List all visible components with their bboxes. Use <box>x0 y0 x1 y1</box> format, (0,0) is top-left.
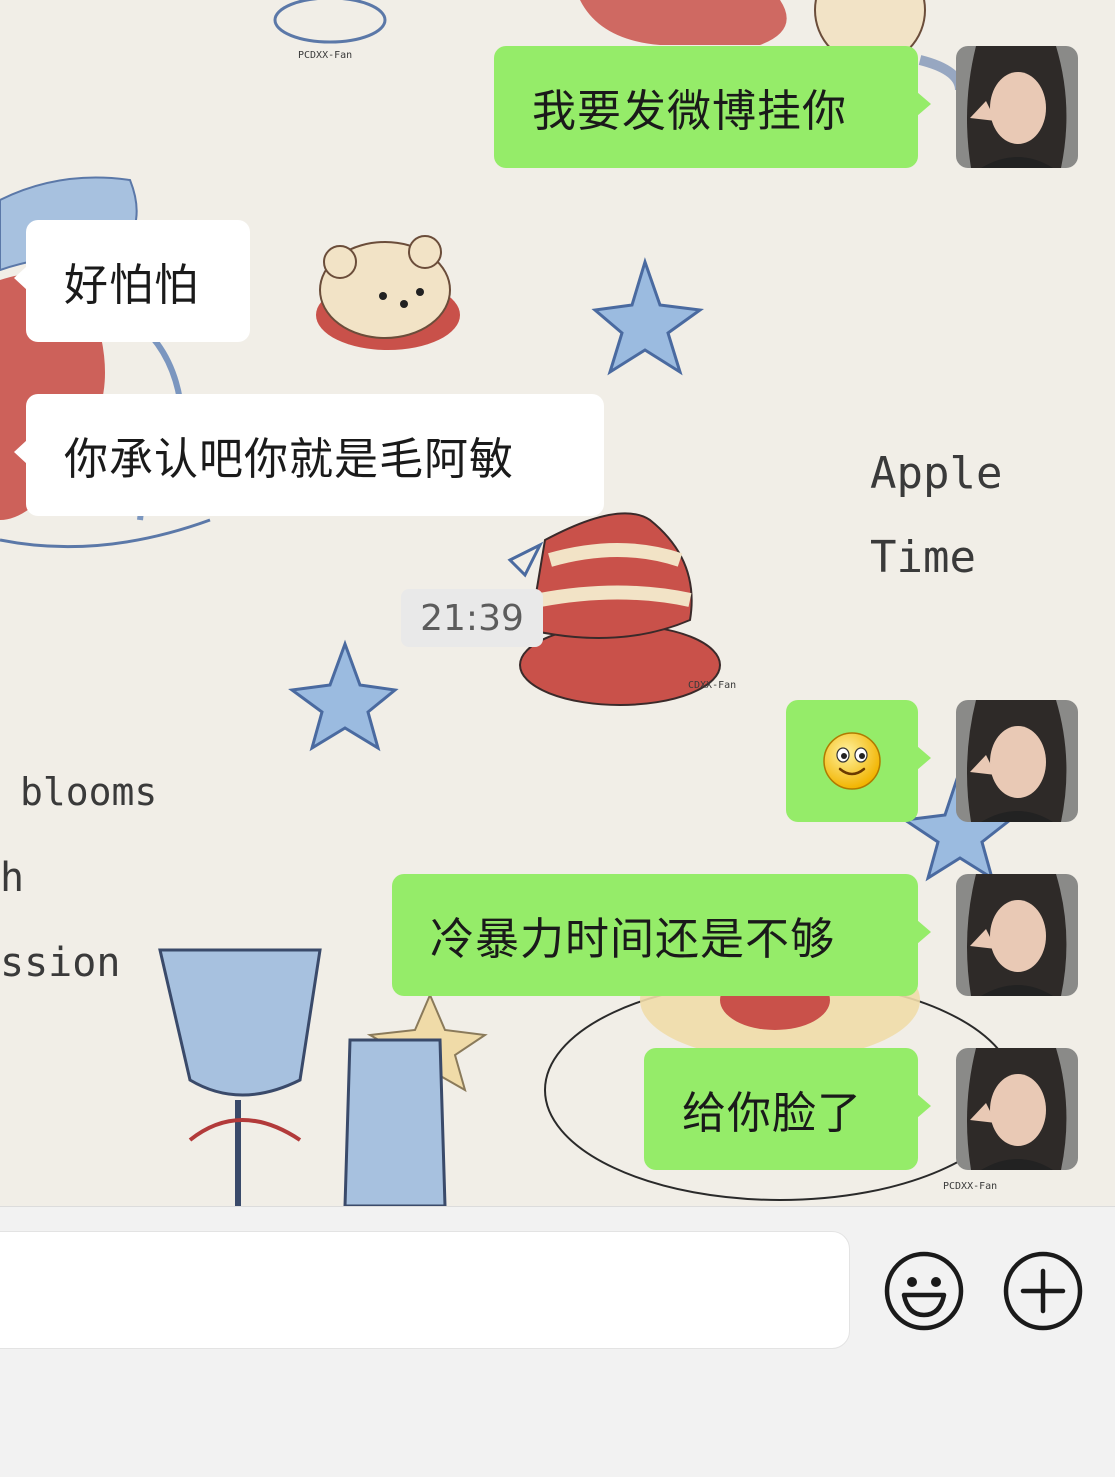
avatar[interactable] <box>956 700 1078 822</box>
emoji-button[interactable] <box>882 1249 966 1333</box>
wallpaper-text-apple: Apple <box>870 448 1003 499</box>
message-bubble-incoming[interactable]: 你承认吧你就是毛阿敏 <box>14 394 604 516</box>
emoji-face-icon <box>884 1251 964 1331</box>
plus-circle-icon <box>1003 1251 1083 1331</box>
avatar[interactable] <box>956 1048 1078 1170</box>
wallpaper-text-blooms: blooms <box>20 770 158 814</box>
wallpaper-watermark: PCDXX-Fan <box>298 50 353 61</box>
avatar[interactable] <box>956 874 1078 996</box>
wallpaper-text-h: h <box>0 855 25 901</box>
input-bar <box>0 1206 1115 1477</box>
plus-button[interactable] <box>1001 1249 1085 1333</box>
wallpaper-text-time: Time <box>870 532 976 583</box>
message-bubble-outgoing[interactable]: 我要发微博挂你 <box>494 46 931 168</box>
wallpaper-watermark: CDXX-Fan <box>688 680 737 691</box>
message-bubble-outgoing[interactable]: 冷暴力时间还是不够 <box>392 874 931 996</box>
message-bubble-incoming[interactable]: 好怕怕 <box>14 220 250 342</box>
message-timestamp: 21:39 <box>401 589 543 647</box>
wallpaper-watermark: PCDXX-Fan <box>943 1181 998 1192</box>
chat-wallpaper: Apple Time blooms h ssion PCDXX-Fan CDXX… <box>0 0 1115 1206</box>
message-bubble-outgoing-emoji[interactable] <box>786 700 931 822</box>
message-input[interactable] <box>0 1231 850 1349</box>
wallpaper-illustration <box>0 0 1016 1206</box>
smiling-face-emoji-icon <box>823 732 881 790</box>
message-bubble-outgoing[interactable]: 给你脸了 <box>644 1048 931 1170</box>
avatar[interactable] <box>956 46 1078 168</box>
wallpaper-text-ssion: ssion <box>0 940 121 986</box>
